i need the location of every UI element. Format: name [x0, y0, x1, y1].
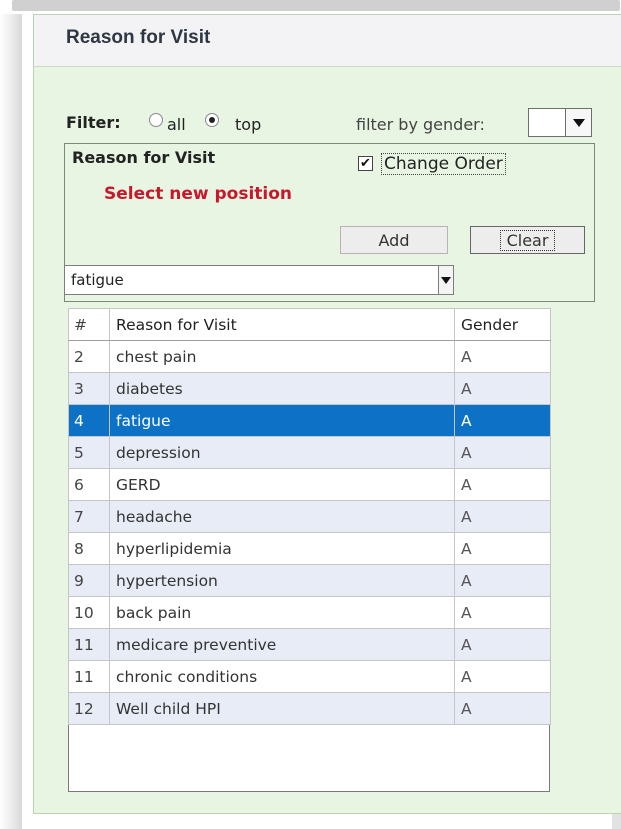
gender-cell[interactable]: A: [454, 660, 551, 693]
column-header-number[interactable]: #: [68, 308, 110, 341]
gender-cell[interactable]: A: [454, 500, 551, 533]
reason-cell[interactable]: depression: [109, 436, 455, 469]
row-number-cell[interactable]: 3: [68, 372, 110, 405]
filter-all-radio[interactable]: [149, 113, 163, 127]
row-number-cell[interactable]: 10: [68, 596, 110, 629]
reason-cell[interactable]: headache: [109, 500, 455, 533]
reason-cell[interactable]: GERD: [109, 468, 455, 501]
window-frame-left: [0, 14, 22, 829]
row-number-cell[interactable]: 9: [68, 564, 110, 597]
gender-cell[interactable]: A: [454, 532, 551, 565]
reason-cell[interactable]: medicare preventive: [109, 628, 455, 661]
table-row[interactable]: 5 depression A: [68, 436, 551, 469]
gender-dropdown-button[interactable]: [565, 109, 591, 136]
gender-cell[interactable]: A: [454, 340, 551, 373]
row-number-cell[interactable]: 8: [68, 532, 110, 565]
window-frame-top: [12, 0, 620, 11]
gender-cell[interactable]: A: [454, 468, 551, 501]
chevron-down-icon: [572, 118, 585, 127]
change-order-label[interactable]: Change Order: [381, 153, 506, 175]
gender-cell[interactable]: A: [454, 372, 551, 405]
row-number-cell[interactable]: 7: [68, 500, 110, 533]
gender-cell[interactable]: A: [454, 596, 551, 629]
clear-button-label: Clear: [499, 229, 556, 251]
reason-cell[interactable]: hypertension: [109, 564, 455, 597]
table-row[interactable]: 7 headache A: [68, 500, 551, 533]
filter-top-radio[interactable]: [205, 113, 219, 127]
reason-cell[interactable]: diabetes: [109, 372, 455, 405]
table-row[interactable]: 4 fatigue A: [68, 404, 551, 437]
reason-combobox-value: fatigue: [71, 271, 124, 289]
gender-cell[interactable]: A: [454, 628, 551, 661]
clear-button[interactable]: Clear: [470, 226, 585, 254]
gender-cell[interactable]: A: [454, 404, 551, 437]
table-row[interactable]: 10 back pain A: [68, 596, 551, 629]
reason-cell[interactable]: chronic conditions: [109, 660, 455, 693]
reason-dropdown-button[interactable]: [438, 266, 453, 294]
chevron-down-icon: [441, 276, 451, 284]
filter-top-label[interactable]: top: [235, 115, 261, 134]
table-row[interactable]: 9 hypertension A: [68, 564, 551, 597]
reason-grid: # Reason for Visit Gender 2 chest pain A 3 d…: [68, 308, 551, 792]
row-number-cell[interactable]: 2: [68, 340, 110, 373]
row-number-cell[interactable]: 12: [68, 692, 110, 725]
gender-cell[interactable]: A: [454, 692, 551, 725]
row-number-cell[interactable]: 6: [68, 468, 110, 501]
table-row[interactable]: 8 hyperlipidemia A: [68, 532, 551, 565]
filter-all-label[interactable]: all: [167, 115, 186, 134]
table-row[interactable]: 11 chronic conditions A: [68, 660, 551, 693]
gender-cell[interactable]: A: [454, 436, 551, 469]
table-row[interactable]: 11 medicare preventive A: [68, 628, 551, 661]
reason-cell[interactable]: back pain: [109, 596, 455, 629]
table-row[interactable]: 6 GERD A: [68, 468, 551, 501]
row-number-cell[interactable]: 11: [68, 660, 110, 693]
editor-title: Reason for Visit: [72, 148, 216, 167]
column-header-gender[interactable]: Gender: [454, 308, 551, 341]
table-row[interactable]: 12 Well child HPI A: [68, 692, 551, 725]
table-row[interactable]: 3 diabetes A: [68, 372, 551, 405]
reason-cell[interactable]: fatigue: [109, 404, 455, 437]
gender-cell[interactable]: A: [454, 564, 551, 597]
table-row[interactable]: 2 chest pain A: [68, 340, 551, 373]
row-number-cell[interactable]: 4: [68, 404, 110, 437]
column-header-reason[interactable]: Reason for Visit: [109, 308, 455, 341]
reason-combobox[interactable]: fatigue: [64, 265, 454, 295]
filter-label: Filter:: [66, 113, 121, 132]
panel-title: Reason for Visit: [66, 27, 211, 48]
panel-header: Reason for Visit: [34, 15, 621, 67]
row-number-cell[interactable]: 11: [68, 628, 110, 661]
gender-filter-label: filter by gender:: [356, 115, 485, 134]
reason-cell[interactable]: hyperlipidemia: [109, 532, 455, 565]
change-order-checkbox[interactable]: ✔: [358, 156, 373, 171]
grid-header-row: # Reason for Visit Gender: [68, 308, 551, 341]
reason-cell[interactable]: chest pain: [109, 340, 455, 373]
reason-cell[interactable]: Well child HPI: [109, 692, 455, 725]
row-number-cell[interactable]: 5: [68, 436, 110, 469]
gender-filter-select[interactable]: [528, 108, 592, 137]
add-button[interactable]: Add: [340, 226, 448, 254]
select-position-message: Select new position: [104, 184, 293, 204]
